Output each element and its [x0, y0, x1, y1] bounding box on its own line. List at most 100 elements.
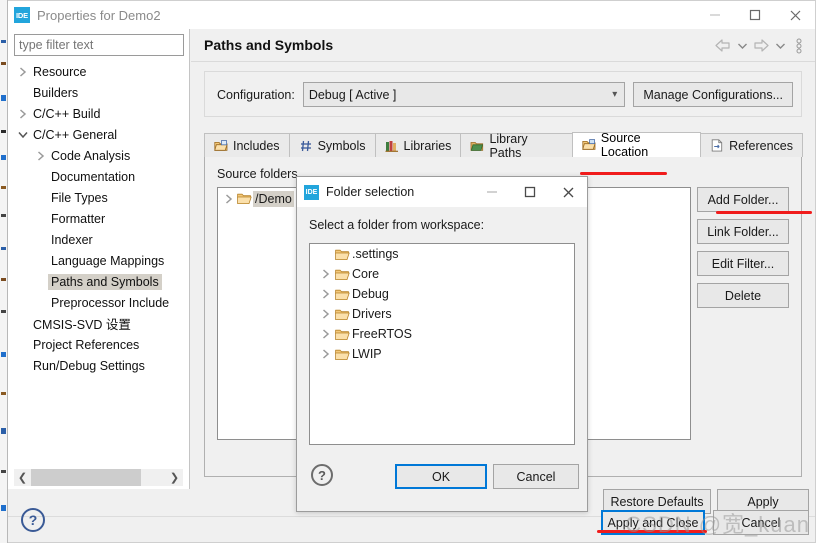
workspace-folder-row[interactable]: FreeRTOS — [310, 324, 574, 344]
sidebar-item-label: Code Analysis — [51, 148, 131, 163]
ok-button[interactable]: OK — [395, 464, 487, 489]
chevron-right-icon[interactable] — [318, 289, 333, 299]
sidebar-item-project-references[interactable]: Project References — [8, 334, 189, 355]
settings-tree: Resource Builders C/C++ Build C/C++ General… — [8, 61, 189, 467]
navigation-horizontal-scrollbar[interactable]: ❮ ❯ — [14, 469, 183, 486]
sidebar-item-c-c-general[interactable]: C/C++ General — [8, 124, 189, 145]
tab-libraries[interactable]: Libraries — [374, 133, 462, 157]
sidebar-item-file-types[interactable]: File Types — [8, 187, 189, 208]
tab-label: Symbols — [317, 138, 366, 153]
tab-includes[interactable]: Includes — [204, 133, 290, 157]
tab-symbols[interactable]: Symbols — [288, 133, 376, 157]
chevron-right-icon[interactable] — [318, 309, 333, 319]
delete-button[interactable]: Delete — [697, 283, 789, 308]
chevron-right-icon[interactable] — [318, 349, 333, 359]
back-history-chevron-down-icon[interactable] — [735, 34, 749, 58]
workspace-folder-label: .settings — [352, 247, 399, 261]
chevron-down-icon: ▾ — [612, 89, 618, 100]
manage-configurations-button[interactable]: Manage Configurations... — [633, 82, 793, 107]
add-folder-button[interactable]: Add Folder... — [697, 187, 789, 212]
cancel-button[interactable]: Cancel — [713, 510, 809, 535]
configuration-dropdown[interactable]: Debug [ Active ] ▾ — [302, 82, 626, 107]
sidebar-item-language-mappings[interactable]: Language Mappings — [8, 250, 189, 271]
workspace-folder-label: Core — [352, 267, 380, 281]
help-icon[interactable]: ? — [21, 508, 45, 532]
back-arrow-icon[interactable] — [713, 34, 733, 58]
sidebar-item-builders[interactable]: Builders — [8, 82, 189, 103]
annotation-underline-apply-and-close — [597, 530, 707, 533]
tab-label: Libraries — [403, 138, 452, 153]
configuration-group: Configuration: Debug [ Active ] ▾ Manage… — [204, 71, 802, 117]
maximize-icon[interactable] — [511, 177, 549, 207]
chevron-right-icon[interactable] — [318, 329, 333, 339]
sidebar-item-run-debug-settings[interactable]: Run/Debug Settings — [8, 355, 189, 376]
settings-navigation-pane: Resource Builders C/C++ Build C/C++ General… — [8, 29, 190, 489]
sidebar-item-documentation[interactable]: Documentation — [8, 166, 189, 187]
folder-icon — [236, 192, 253, 205]
sidebar-item-code-analysis[interactable]: Code Analysis — [8, 145, 189, 166]
tab-library-paths[interactable]: Library Paths — [460, 132, 573, 160]
dialog-prompt: Select a folder from workspace: — [309, 218, 485, 232]
window-titlebar: IDE Properties for Demo2 — [8, 1, 815, 29]
scroll-left-icon[interactable]: ❮ — [14, 469, 31, 486]
forward-arrow-icon[interactable] — [751, 34, 771, 58]
close-icon[interactable] — [549, 177, 587, 207]
includes-icon — [214, 139, 228, 153]
tab-label: References — [729, 138, 793, 153]
workspace-folder-row[interactable]: Debug — [310, 284, 574, 304]
chevron-down-icon[interactable] — [16, 131, 30, 139]
folder-icon — [333, 328, 352, 341]
sidebar-item-cmsis-svd[interactable]: CMSIS-SVD 设置 — [8, 313, 189, 334]
window-controls — [695, 1, 815, 29]
edit-filter-button[interactable]: Edit Filter... — [697, 251, 789, 276]
sidebar-item-formatter[interactable]: Formatter — [8, 208, 189, 229]
folder-selection-dialog: IDE Folder selection Select a folder fro… — [296, 176, 588, 512]
sidebar-item-label: Formatter — [51, 211, 106, 226]
tab-bar: Includes Symbols Libraries Library Paths Sou… — [204, 131, 803, 160]
scroll-thumb[interactable] — [31, 469, 141, 486]
sidebar-item-paths-and-symbols[interactable]: Paths and Symbols — [8, 271, 189, 292]
sidebar-item-label: Resource — [33, 64, 87, 79]
chevron-right-icon[interactable] — [222, 193, 236, 204]
view-menu-icon[interactable] — [789, 34, 809, 58]
configuration-label: Configuration: — [217, 87, 295, 102]
sidebar-item-resource[interactable]: Resource — [8, 61, 189, 82]
forward-history-chevron-down-icon[interactable] — [773, 34, 787, 58]
sidebar-item-label: Project References — [33, 337, 140, 352]
tab-source-location[interactable]: Source Location — [571, 131, 702, 159]
link-folder-button[interactable]: Link Folder... — [697, 219, 789, 244]
workspace-folder-row[interactable]: Drivers — [310, 304, 574, 324]
workspace-folder-row[interactable]: Core — [310, 264, 574, 284]
sidebar-item-indexer[interactable]: Indexer — [8, 229, 189, 250]
background-editor-strip — [0, 0, 8, 543]
scroll-track[interactable] — [31, 469, 166, 486]
page-nav-icons — [713, 29, 809, 62]
workspace-folder-tree[interactable]: .settings Core Debug Drivers FreeRTOS LWIP — [309, 243, 575, 445]
workspace-folder-label: Drivers — [352, 307, 392, 321]
chevron-right-icon[interactable] — [34, 150, 48, 161]
chevron-right-icon[interactable] — [16, 108, 30, 119]
workspace-folder-row[interactable]: LWIP — [310, 344, 574, 364]
minimize-icon[interactable] — [695, 1, 735, 29]
scroll-right-icon[interactable]: ❯ — [166, 469, 183, 486]
folder-icon — [333, 248, 352, 261]
chevron-right-icon[interactable] — [318, 269, 333, 279]
folder-icon — [333, 348, 352, 361]
window-title: Properties for Demo2 — [37, 7, 161, 23]
sidebar-item-label: Language Mappings — [51, 253, 165, 268]
sidebar-item-label: File Types — [51, 190, 108, 205]
source-location-icon — [582, 138, 596, 152]
close-icon[interactable] — [775, 1, 815, 29]
tab-references[interactable]: References — [700, 133, 803, 157]
chevron-right-icon[interactable] — [16, 66, 30, 77]
minimize-icon[interactable] — [473, 177, 511, 207]
workspace-folder-row[interactable]: .settings — [310, 244, 574, 264]
tab-label: Includes — [233, 138, 280, 153]
sidebar-item-c-c-build[interactable]: C/C++ Build — [8, 103, 189, 124]
cancel-button[interactable]: Cancel — [493, 464, 579, 489]
maximize-icon[interactable] — [735, 1, 775, 29]
sidebar-item-preprocessor-include[interactable]: Preprocessor Include — [8, 292, 189, 313]
annotation-underline-source-location — [580, 172, 667, 175]
help-icon[interactable]: ? — [311, 464, 333, 486]
filter-input[interactable] — [14, 34, 184, 56]
